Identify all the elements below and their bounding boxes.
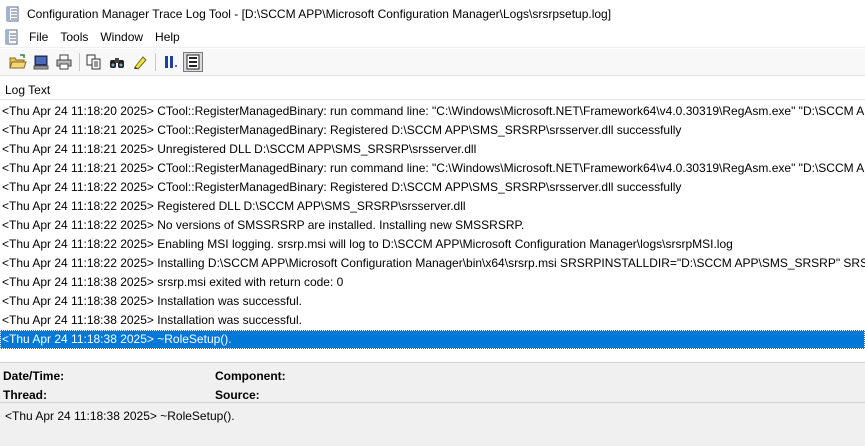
menu-tools[interactable]: Tools xyxy=(56,30,96,44)
log-row[interactable]: <Thu Apr 24 11:18:22 2025> CTool::Regist… xyxy=(0,178,865,197)
log-row[interactable]: <Thu Apr 24 11:18:22 2025> No versions o… xyxy=(0,216,865,235)
open-folder-icon[interactable] xyxy=(8,52,28,72)
log-entry-list[interactable]: <Thu Apr 24 11:18:20 2025> CTool::Regist… xyxy=(0,102,865,350)
log-row[interactable]: <Thu Apr 24 11:18:21 2025> Unregistered … xyxy=(0,140,865,159)
log-row[interactable]: <Thu Apr 24 11:18:21 2025> CTool::Regist… xyxy=(0,159,865,178)
log-row[interactable]: <Thu Apr 24 11:18:38 2025> Installation … xyxy=(0,311,865,330)
toolbar-separator xyxy=(155,53,156,71)
log-row[interactable]: <Thu Apr 24 11:18:38 2025> Installation … xyxy=(0,292,865,311)
find-icon[interactable] xyxy=(107,52,127,72)
open-on-server-icon[interactable] xyxy=(31,52,51,72)
menu-help[interactable]: Help xyxy=(151,30,188,44)
source-label: Source: xyxy=(215,388,260,402)
log-row[interactable]: <Thu Apr 24 11:18:22 2025> Enabling MSI … xyxy=(0,235,865,254)
entry-message-box[interactable]: <Thu Apr 24 11:18:38 2025> ~RoleSetup(). xyxy=(0,402,865,446)
window-title: Configuration Manager Trace Log Tool - [… xyxy=(27,6,612,21)
log-column-header[interactable]: Log Text xyxy=(0,80,865,100)
error-lookup-icon[interactable] xyxy=(183,52,203,72)
menu-file[interactable]: File xyxy=(25,30,56,44)
toolbar-separator xyxy=(79,53,80,71)
document-window-icon[interactable] xyxy=(4,29,20,45)
trace-log-app-icon xyxy=(5,6,21,22)
component-label: Component: xyxy=(215,369,286,383)
log-row-selected[interactable]: <Thu Apr 24 11:18:38 2025> ~RoleSetup(). xyxy=(0,330,865,349)
entry-message-text: <Thu Apr 24 11:18:38 2025> ~RoleSetup(). xyxy=(5,409,235,423)
print-icon[interactable] xyxy=(54,52,74,72)
pause-icon[interactable] xyxy=(160,52,180,72)
log-row[interactable]: <Thu Apr 24 11:18:21 2025> CTool::Regist… xyxy=(0,121,865,140)
log-row[interactable]: <Thu Apr 24 11:18:38 2025> srsrp.msi exi… xyxy=(0,273,865,292)
toolbar xyxy=(0,49,865,76)
log-row[interactable]: <Thu Apr 24 11:18:20 2025> CTool::Regist… xyxy=(0,102,865,121)
log-row[interactable]: <Thu Apr 24 11:18:22 2025> Registered DL… xyxy=(0,197,865,216)
title-bar: Configuration Manager Trace Log Tool - [… xyxy=(0,0,865,27)
copy-icon[interactable] xyxy=(84,52,104,72)
log-row[interactable]: <Thu Apr 24 11:18:22 2025> Installing D:… xyxy=(0,254,865,273)
highlight-icon[interactable] xyxy=(130,52,150,72)
thread-label: Thread: xyxy=(3,388,48,402)
menu-bar: File Tools Window Help xyxy=(0,27,865,48)
menu-window[interactable]: Window xyxy=(96,30,151,44)
datetime-label: Date/Time: xyxy=(3,369,65,383)
entry-details-panel: Date/Time: Component: Thread: Source: xyxy=(0,362,865,402)
log-text-column-label: Log Text xyxy=(5,83,51,97)
